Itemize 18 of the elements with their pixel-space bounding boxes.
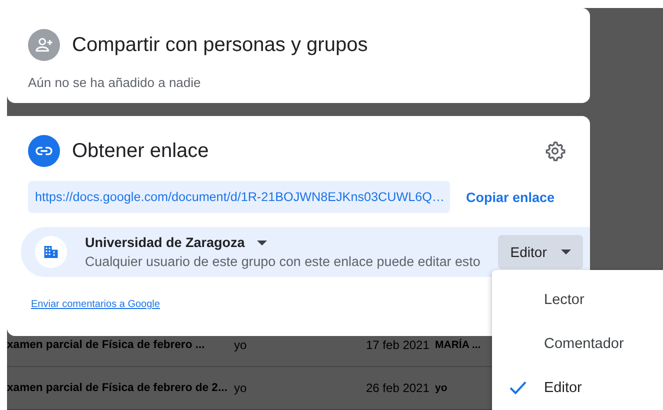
link-field[interactable]: https://docs.google.com/document/d/1R-21BOJWN8EJKns03CUWL6Q…: [28, 181, 450, 213]
section-title: Obtener enlace: [72, 140, 210, 162]
owner-cell-text: yo: [234, 338, 248, 352]
owner-cell-text: yo: [234, 381, 248, 395]
empty-message: Aún no se ha añadido a nadie: [28, 75, 202, 90]
menu-item[interactable]: Lector: [492, 278, 663, 322]
role-dropdown[interactable]: Editor: [498, 235, 583, 269]
menu-item[interactable]: Comentador: [492, 322, 663, 366]
modified-by-cell: MARÍA ...: [435, 339, 481, 351]
date-cell-text: 26 feb 2021: [366, 381, 430, 395]
access-description: Cualquier usuario de este grupo con este enlace puede editar esto: [85, 254, 480, 269]
menu-item[interactable]: Editor: [492, 366, 663, 410]
group-dropdown[interactable]: Universidad de Zaragoza: [85, 235, 267, 250]
date-cell-text: 17 feb 2021: [366, 338, 430, 352]
modified-by-cell: yo: [435, 382, 448, 394]
copy-link-button[interactable]: Copiar enlace: [464, 184, 557, 210]
section-title: Compartir con personas y grupos: [72, 34, 368, 56]
feedback-link[interactable]: Enviar comentarios a Google: [31, 299, 160, 310]
